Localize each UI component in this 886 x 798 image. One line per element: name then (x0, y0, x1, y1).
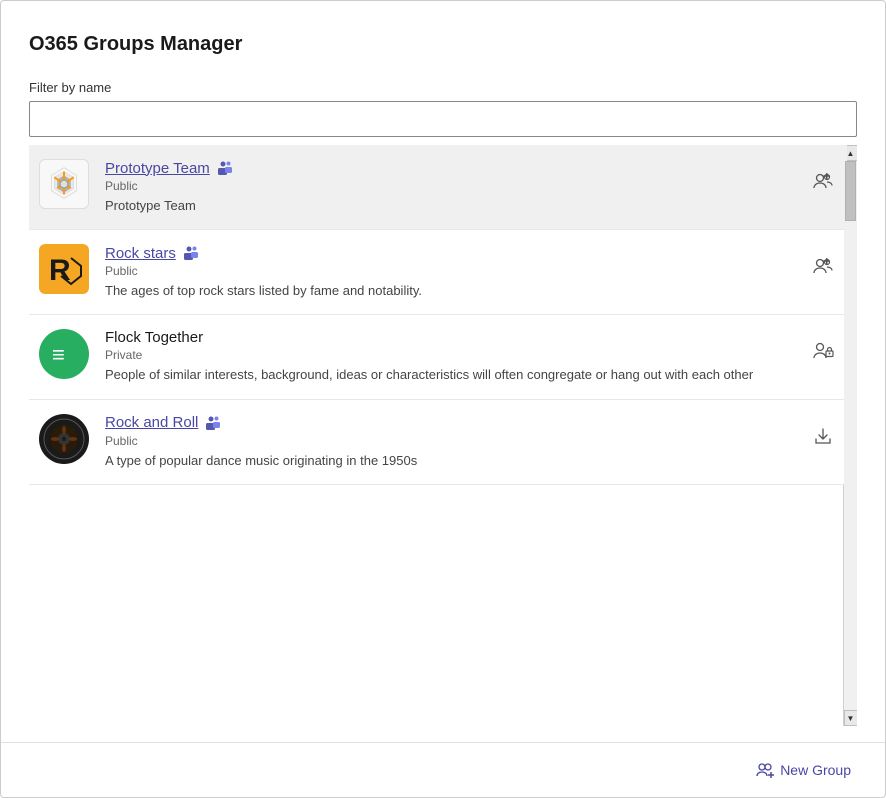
group-name-rock-and-roll[interactable]: Rock and Roll (105, 414, 198, 431)
group-name-row-prototype-team: Prototype Team (105, 159, 799, 177)
teams-icon-rock-and-roll (204, 414, 222, 432)
group-name-flock-together: Flock Together (105, 329, 203, 346)
group-name-rock-stars[interactable]: Rock stars (105, 245, 176, 262)
group-desc-prototype-team: Prototype Team (105, 197, 799, 215)
group-info-rock-stars: Rock stars Public The ages of top rock st… (105, 244, 799, 300)
filter-label: Filter by name (29, 80, 857, 95)
group-avatar-prototype-team (39, 159, 89, 209)
group-avatar-rock-stars: R (39, 244, 89, 294)
teams-icon-rock-stars (182, 244, 200, 262)
group-action-rock-stars[interactable] (809, 252, 837, 280)
group-desc-rock-and-roll: A type of popular dance music originatin… (105, 452, 799, 470)
group-item-flock-together[interactable]: ≡ Flock Together Private People of similar… (29, 315, 847, 399)
scrollbar-track: ▲ ▼ (843, 145, 857, 726)
new-group-label: New Group (780, 762, 851, 778)
app-window: O365 Groups Manager Filter by name Proto… (0, 0, 886, 798)
group-privacy-rock-and-roll: Public (105, 434, 799, 448)
group-action-prototype-team[interactable] (809, 167, 837, 195)
group-avatar-flock-together: ≡ (39, 329, 89, 379)
scroll-down-arrow[interactable]: ▼ (844, 710, 858, 726)
group-desc-flock-together: People of similar interests, background,… (105, 366, 799, 384)
group-privacy-rock-stars: Public (105, 264, 799, 278)
group-avatar-rock-and-roll (39, 414, 89, 464)
group-info-rock-and-roll: Rock and Roll Public A type of popular da… (105, 414, 799, 470)
group-name-row-rock-and-roll: Rock and Roll (105, 414, 799, 432)
group-name-prototype-team[interactable]: Prototype Team (105, 160, 210, 177)
group-item-rock-stars[interactable]: R Rock stars Public The ages of top rock … (29, 230, 847, 315)
new-group-icon (756, 761, 774, 779)
scroll-container: Prototype Team Public Prototype Team R Ro… (29, 145, 857, 726)
group-desc-rock-stars: The ages of top rock stars listed by fam… (105, 282, 799, 300)
groups-list[interactable]: Prototype Team Public Prototype Team R Ro… (29, 145, 851, 726)
bottom-bar: New Group (1, 742, 885, 797)
group-item-rock-and-roll[interactable]: Rock and Roll Public A type of popular da… (29, 400, 847, 485)
group-privacy-prototype-team: Public (105, 179, 799, 193)
group-info-flock-together: Flock Together Private People of similar i… (105, 329, 799, 384)
group-action-flock-together[interactable] (809, 337, 837, 365)
page-title: O365 Groups Manager (29, 33, 857, 56)
main-content: O365 Groups Manager Filter by name Proto… (1, 1, 885, 742)
group-name-row-rock-stars: Rock stars (105, 244, 799, 262)
group-item-prototype-team[interactable]: Prototype Team Public Prototype Team (29, 145, 847, 230)
group-name-row-flock-together: Flock Together (105, 329, 799, 346)
group-info-prototype-team: Prototype Team Public Prototype Team (105, 159, 799, 215)
group-action-rock-and-roll[interactable] (809, 422, 837, 450)
group-privacy-flock-together: Private (105, 348, 799, 362)
svg-text:≡: ≡ (52, 342, 65, 367)
new-group-button[interactable]: New Group (746, 755, 861, 785)
teams-icon-prototype-team (216, 159, 234, 177)
scrollbar-body (844, 161, 857, 710)
filter-input[interactable] (29, 101, 857, 137)
scrollbar-thumb[interactable] (845, 161, 856, 221)
